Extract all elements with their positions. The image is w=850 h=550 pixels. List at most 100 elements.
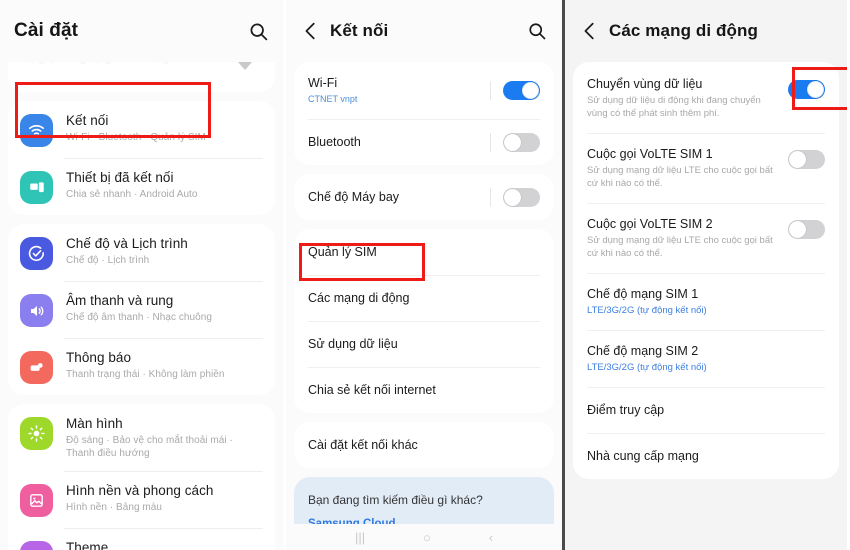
item-subtitle: Wi-Fi · Bluetooth · Quản lý SIM [66, 132, 206, 143]
sidebar-item-connections[interactable]: Kết nối Wi-Fi · Bluetooth · Quản lý SIM [8, 101, 275, 158]
devices-icon [20, 171, 53, 204]
row-title: Nhà cung cấp mạng [587, 449, 699, 463]
toggle-switch-off[interactable] [503, 132, 540, 152]
chevron-down-icon [231, 62, 259, 70]
volte-sim2-toggle[interactable] [788, 220, 825, 239]
row-title: Sử dụng dữ liệu [308, 337, 398, 351]
row-title: Chế độ mạng SIM 2 [587, 344, 699, 358]
toggle-switch-off[interactable] [503, 187, 540, 207]
item-title: Âm thanh và rung [66, 293, 174, 308]
mobile-networks-list: Chuyển vùng dữ liệu Sử dụng dữ liệu di đ… [573, 62, 839, 479]
item-subtitle: Thanh trạng thái · Không làm phiền [66, 369, 225, 380]
airplane-toggle[interactable] [490, 187, 540, 207]
row-title: Chế độ mạng SIM 1 [587, 287, 699, 301]
wifi-icon [20, 114, 53, 147]
partial-row-text: Trợ giúp · Ứng dụng và tính năng [20, 62, 169, 64]
connections-group-radios: Wi-Fi CTNET vnpt Bluetooth [294, 62, 554, 165]
row-subtitle: Sử dụng dữ liệu di động khi đang chuyển … [587, 95, 761, 119]
search-icon[interactable] [527, 21, 548, 42]
page-title: Cài đặt [14, 20, 79, 41]
data-roaming-toggle[interactable] [788, 80, 825, 99]
row-mobile-networks[interactable]: Các mạng di động [294, 275, 554, 321]
search-icon[interactable] [248, 21, 269, 42]
row-title: Điểm truy cập [587, 403, 665, 417]
mobile-networks-header: Các mạng di động [565, 0, 847, 62]
chevron-left-icon[interactable] [579, 20, 601, 42]
row-access-point[interactable]: Điểm truy cập [573, 387, 839, 433]
sidebar-item-notifications[interactable]: Thông báo Thanh trạng thái · Không làm p… [8, 338, 275, 395]
row-subtitle: LTE/3G/2G (tự động kết nối) [587, 305, 707, 316]
row-title: Các mạng di động [308, 291, 410, 305]
check-circle-icon [20, 237, 53, 270]
row-other-connection-settings[interactable]: Cài đặt kết nối khác [294, 422, 554, 468]
toggle-switch-off[interactable] [788, 150, 825, 169]
wifi-toggle[interactable] [490, 81, 540, 100]
settings-group-modes: Chế độ và Lịch trình Chế độ · Lịch trình… [8, 224, 275, 395]
toggle-separator [490, 81, 491, 100]
item-subtitle: Hình nền · Bảng màu [66, 502, 163, 513]
three-phone-screenshots: Cài đặt Trợ giúp · Ứng dụng và tính năng [0, 0, 850, 550]
sidebar-item-connected-devices[interactable]: Thiết bị đã kết nối Chia sẻ nhanh · Andr… [8, 158, 275, 215]
row-internet-sharing[interactable]: Chia sẻ kết nối internet [294, 367, 554, 413]
toggle-switch-on[interactable] [503, 81, 540, 100]
row-subtitle: LTE/3G/2G (tự động kết nối) [587, 362, 707, 373]
row-airplane-mode[interactable]: Chế độ Máy bay [294, 174, 554, 220]
item-title: Thông báo [66, 350, 132, 365]
bluetooth-toggle[interactable] [490, 132, 540, 152]
page-title: Kết nối [330, 21, 389, 40]
row-network-mode-sim2[interactable]: Chế độ mạng SIM 2 LTE/3G/2G (tự động kết… [573, 330, 839, 387]
row-network-operator[interactable]: Nhà cung cấp mạng [573, 433, 839, 479]
row-network-mode-sim1[interactable]: Chế độ mạng SIM 1 LTE/3G/2G (tự động kết… [573, 273, 839, 330]
volte-sim1-toggle[interactable] [788, 150, 825, 169]
row-data-roaming[interactable]: Chuyển vùng dữ liệu Sử dụng dữ liệu di đ… [573, 62, 839, 133]
recents-icon[interactable]: ||| [355, 530, 365, 545]
row-data-usage[interactable]: Sử dụng dữ liệu [294, 321, 554, 367]
item-subtitle: Độ sáng · Bảo vệ cho mắt thoải mái · Tha… [66, 435, 233, 459]
sidebar-item-sounds-vibration[interactable]: Âm thanh và rung Chế độ âm thanh · Nhạc … [8, 281, 275, 338]
connections-group-other: Cài đặt kết nối khác [294, 422, 554, 468]
row-title: Quản lý SIM [308, 245, 377, 259]
item-title: Hình nền và phong cách [66, 483, 214, 498]
connections-header: Kết nối [286, 0, 562, 62]
row-title: Cuộc gọi VoLTE SIM 2 [587, 217, 713, 231]
connections-group-network: Quản lý SIM Các mạng di động Sử dụng dữ … [294, 229, 554, 413]
toggle-switch-on[interactable] [788, 80, 825, 99]
row-title: Chế độ Máy bay [308, 190, 400, 204]
wallpaper-icon [20, 484, 53, 517]
row-title: Chia sẻ kết nối internet [308, 383, 436, 397]
row-title: Chuyển vùng dữ liệu [587, 77, 703, 91]
row-subtitle: CTNET vnpt [308, 94, 358, 104]
row-title: Bluetooth [308, 135, 361, 149]
notification-icon [20, 351, 53, 384]
row-volte-sim2[interactable]: Cuộc gọi VoLTE SIM 2 Sử dụng mạng dữ liệ… [573, 203, 839, 273]
toggle-separator [490, 187, 491, 207]
row-wifi[interactable]: Wi-Fi CTNET vnpt [294, 62, 554, 119]
row-bluetooth[interactable]: Bluetooth [294, 119, 554, 165]
back-icon[interactable]: ‹ [489, 530, 493, 545]
page-title: Các mạng di động [609, 21, 758, 40]
theme-icon [20, 541, 53, 550]
item-title: Màn hình [66, 416, 123, 431]
sidebar-item-theme[interactable]: Theme Theme · Hình nền · Biểu tượng [8, 528, 275, 550]
suggestions-question: Bạn đang tìm kiếm điều gì khác? [308, 493, 483, 507]
speaker-icon [20, 294, 53, 327]
android-navigation-bar: ||| ○ ‹ [286, 524, 562, 550]
row-sim-manager[interactable]: Quản lý SIM [294, 229, 554, 275]
sidebar-item-display[interactable]: Màn hình Độ sáng · Bảo vệ cho mắt thoải … [8, 404, 275, 471]
panel-connections: Kết nối Wi-Fi CTNET vnpt Bluetooth Chế đ… [286, 0, 565, 550]
item-title: Chế độ và Lịch trình [66, 236, 188, 251]
chevron-left-icon[interactable] [300, 20, 322, 42]
item-title: Theme [66, 540, 109, 550]
brightness-icon [20, 417, 53, 450]
row-subtitle: Sử dụng mạng dữ liệu LTE cho cuộc gọi bấ… [587, 165, 773, 189]
item-subtitle: Chế độ · Lịch trình [66, 255, 150, 266]
row-volte-sim1[interactable]: Cuộc gọi VoLTE SIM 1 Sử dụng mạng dữ liệ… [573, 133, 839, 203]
sidebar-item-modes-routines[interactable]: Chế độ và Lịch trình Chế độ · Lịch trình [8, 224, 275, 281]
row-title: Cài đặt kết nối khác [308, 438, 418, 452]
toggle-switch-off[interactable] [788, 220, 825, 239]
sidebar-item-wallpaper-style[interactable]: Hình nền và phong cách Hình nền · Bảng m… [8, 471, 275, 528]
row-title: Wi-Fi [308, 76, 338, 90]
panel-settings: Cài đặt Trợ giúp · Ứng dụng và tính năng [0, 0, 283, 550]
row-title: Cuộc gọi VoLTE SIM 1 [587, 147, 713, 161]
home-icon[interactable]: ○ [423, 530, 431, 545]
